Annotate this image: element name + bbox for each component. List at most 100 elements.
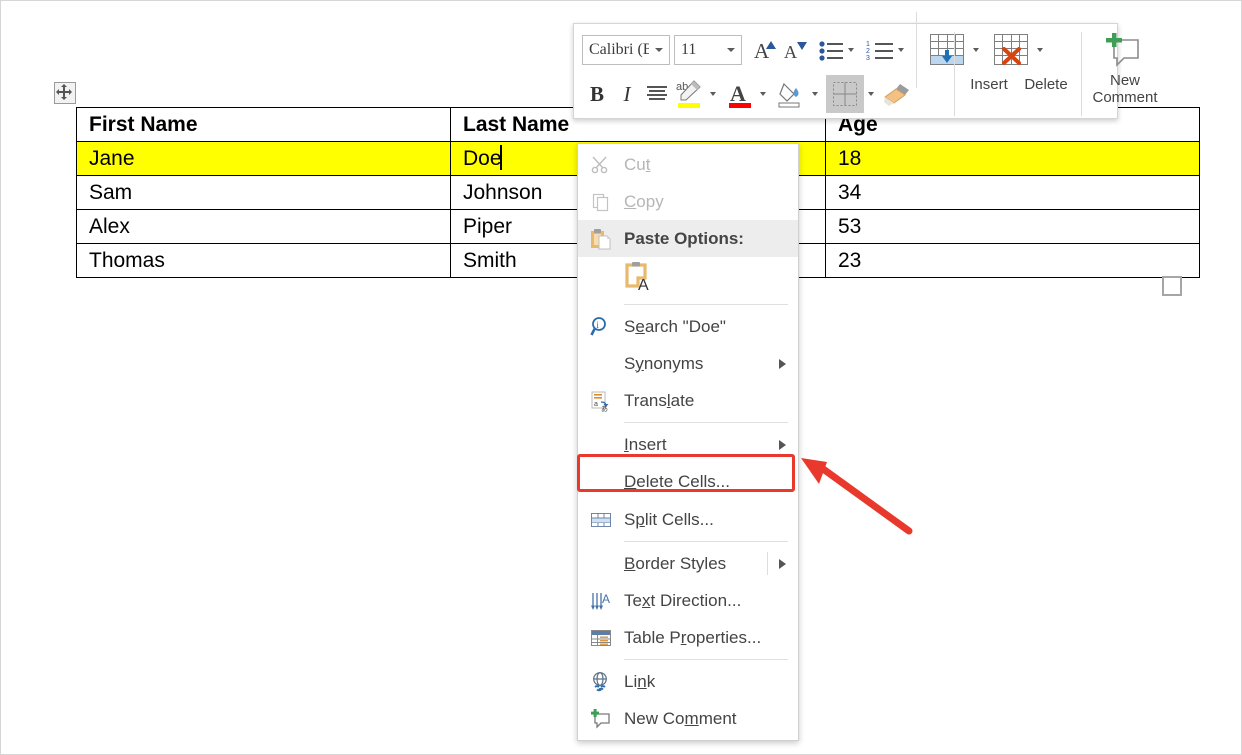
paste-keep-text-only-icon[interactable]: A [624, 260, 658, 299]
split-cells-icon [590, 509, 612, 531]
table-cell[interactable]: 34 [825, 175, 1200, 210]
menu-separator [624, 304, 788, 305]
chevron-right-icon [779, 358, 786, 369]
menu-item-label: Link [624, 671, 656, 691]
borders-icon [833, 82, 857, 106]
table-header-cell[interactable]: First Name [76, 107, 451, 142]
delete-button[interactable]: Delete [1017, 28, 1075, 120]
menu-item-link[interactable]: Link [578, 663, 798, 700]
menu-item-synonyms[interactable]: Synonyms [578, 345, 798, 382]
menu-item-label: Translate [624, 390, 695, 410]
menu-item-label: New Comment [624, 708, 737, 728]
paste-options-row[interactable]: A [578, 257, 798, 301]
link-icon [590, 671, 612, 693]
toolbar-divider [916, 12, 917, 88]
bold-button[interactable]: B [582, 77, 612, 111]
toolbar-divider [1081, 32, 1082, 116]
table-resize-handle[interactable] [1162, 276, 1182, 296]
grow-font-button[interactable]: A [752, 33, 782, 67]
format-painter-button[interactable] [880, 77, 914, 111]
menu-item-label: Cut [624, 154, 651, 174]
align-icon [647, 86, 667, 100]
menu-item-translate[interactable]: a あ Translate [578, 382, 798, 419]
menu-item-label: Text Direction... [624, 590, 742, 610]
translate-icon: a あ [590, 390, 612, 412]
format-painter-icon [884, 84, 909, 106]
new-comment-label-line2: Comment [1092, 89, 1158, 106]
table-cell[interactable]: Jane [76, 141, 451, 176]
chevron-down-icon[interactable] [710, 92, 716, 96]
toolbar-divider [954, 32, 955, 116]
svg-text:2: 2 [866, 48, 870, 55]
menu-item-table-properties[interactable]: Table Properties... [578, 619, 798, 656]
menu-item-label: Synonyms [624, 353, 704, 373]
svg-text:A: A [638, 277, 649, 294]
scissors-icon [590, 154, 612, 176]
menu-item-text-direction[interactable]: A Text Direction... [578, 582, 798, 619]
menu-item-cut[interactable]: Cut [578, 146, 798, 183]
font-color-icon: A [729, 81, 751, 108]
shrink-font-button[interactable]: A [782, 33, 812, 67]
svg-text:A: A [754, 39, 770, 62]
text-direction-icon: A [590, 590, 612, 612]
numbering-button[interactable]: 1 2 3 [866, 33, 894, 67]
font-name-value: Calibri (B [589, 41, 649, 58]
insert-button[interactable]: Insert [961, 28, 1017, 120]
menu-separator [624, 541, 788, 542]
shading-icon [778, 82, 800, 108]
bold-label: B [589, 81, 604, 106]
move-cross-icon [56, 84, 72, 100]
menu-item-border-styles[interactable]: Border Styles [578, 545, 798, 582]
menu-item-delete-cells[interactable]: Delete Cells... [578, 463, 798, 501]
bullets-button[interactable] [818, 33, 844, 67]
font-size-combo[interactable]: 11 [674, 35, 742, 65]
new-comment-label-line1: New [1109, 72, 1140, 89]
menu-item-split-cells[interactable]: Split Cells... [578, 501, 798, 538]
menu-item-new-comment[interactable]: New Comment [578, 700, 798, 737]
menu-item-search[interactable]: i Search "Doe" [578, 308, 798, 345]
table-move-handle[interactable] [54, 82, 76, 104]
menu-item-label: Copy [624, 191, 664, 211]
chevron-down-icon[interactable] [848, 48, 854, 52]
copy-icon [590, 191, 612, 213]
font-name-combo[interactable]: Calibri (B [582, 35, 670, 65]
chevron-down-icon[interactable] [898, 48, 904, 52]
table-cell[interactable]: Thomas [76, 243, 451, 278]
numbering-icon: 1 2 3 [866, 41, 893, 61]
borders-button[interactable] [826, 75, 864, 113]
shading-button[interactable] [774, 77, 808, 111]
menu-item-label: Split Cells... [624, 509, 714, 529]
menu-item-label: Delete Cells... [624, 472, 730, 491]
new-comment-button[interactable]: New Comment [1088, 28, 1162, 120]
table-cell[interactable]: 53 [825, 209, 1200, 244]
text-highlight-button[interactable]: ab [672, 77, 706, 111]
chevron-down-icon[interactable] [868, 92, 874, 96]
svg-text:3: 3 [866, 55, 870, 61]
font-color-button[interactable]: A [724, 77, 756, 111]
table-cell[interactable]: 23 [825, 243, 1200, 278]
italic-button[interactable]: I [612, 77, 642, 111]
menu-item-label: Search "Doe" [624, 316, 726, 336]
italic-label: I [623, 81, 631, 106]
menu-item-label: Table Properties... [624, 627, 762, 647]
chevron-down-icon[interactable] [727, 48, 735, 52]
menu-item-label: Border Styles [624, 553, 727, 573]
table-cell[interactable]: Sam [76, 175, 451, 210]
menu-separator [624, 659, 788, 660]
menu-item-insert[interactable]: Insert [578, 426, 798, 463]
svg-text:i: i [596, 320, 599, 330]
new-comment-icon [1106, 33, 1139, 67]
chevron-down-icon[interactable] [760, 92, 766, 96]
svg-text:A: A [602, 592, 610, 606]
context-menu[interactable]: Cut Copy Paste Options: A i Search "Doe"… [577, 143, 799, 741]
table-cell[interactable]: Alex [76, 209, 451, 244]
chevron-down-icon[interactable] [655, 48, 663, 52]
font-size-value: 11 [681, 41, 697, 58]
search-icon: i [590, 316, 612, 338]
menu-item-copy[interactable]: Copy [578, 183, 798, 220]
mini-toolbar[interactable]: Calibri (B 11 A A 1 2 3 B I ab A Insert … [573, 12, 1158, 120]
menu-item-paste-options: Paste Options: [578, 220, 798, 257]
table-cell[interactable]: 18 [825, 141, 1200, 176]
align-button[interactable] [642, 77, 672, 111]
chevron-down-icon[interactable] [812, 92, 818, 96]
